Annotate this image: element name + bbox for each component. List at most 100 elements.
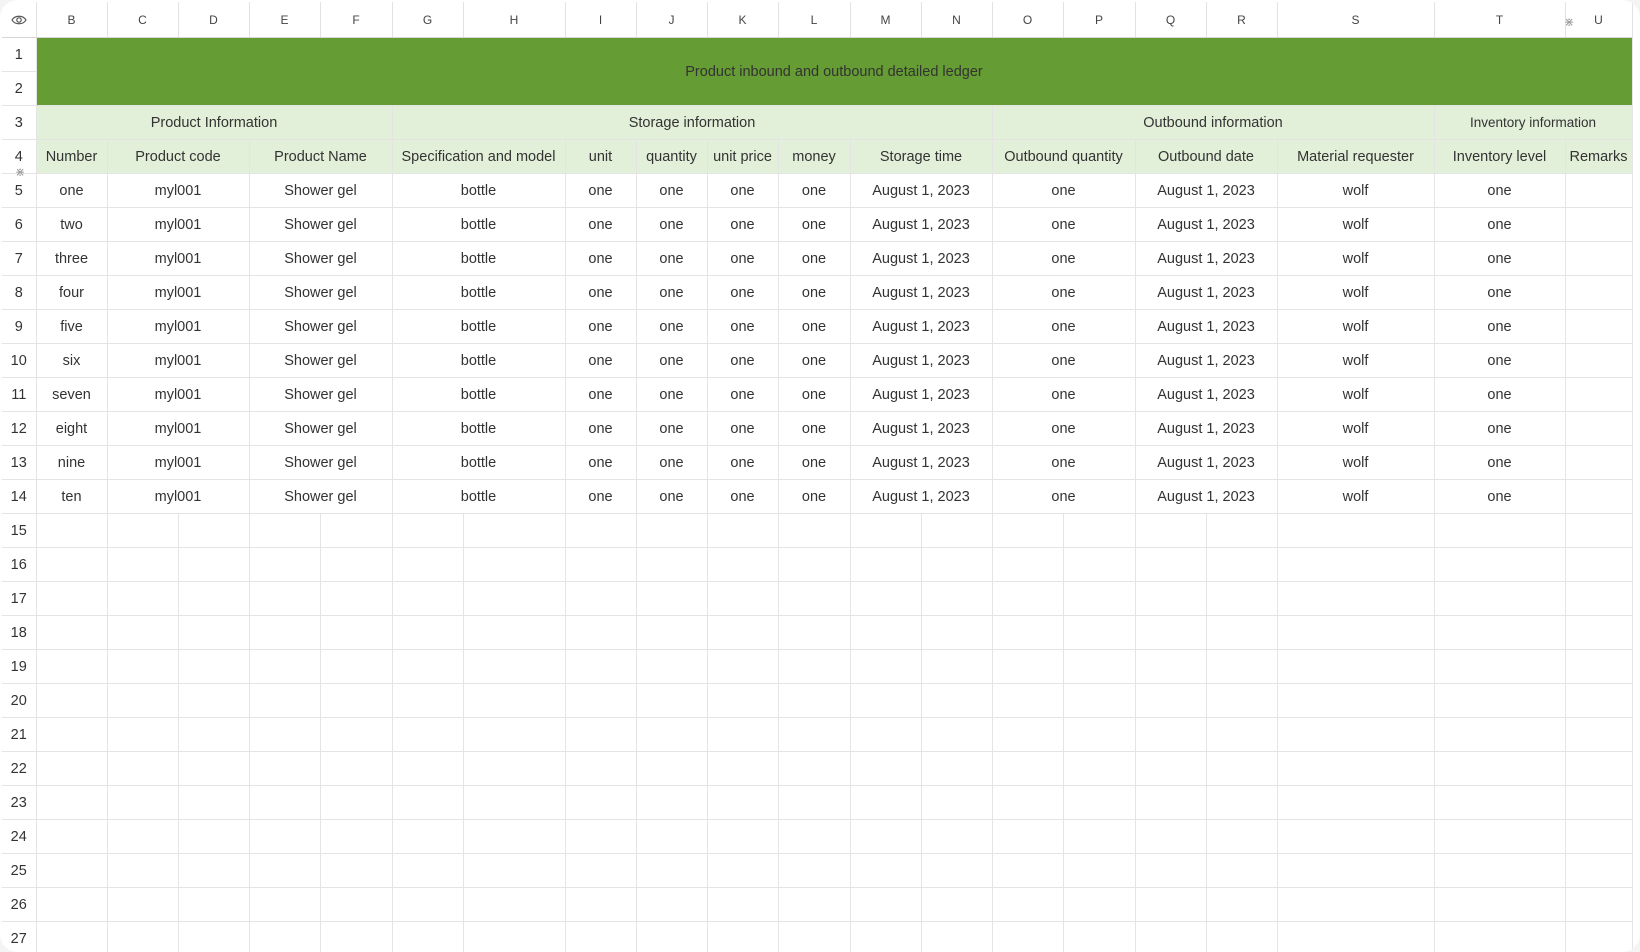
empty-cell[interactable] <box>636 547 708 582</box>
empty-cell[interactable] <box>1277 581 1435 616</box>
cell-outbound-date[interactable]: August 1, 2023 <box>1135 241 1278 276</box>
empty-cell[interactable] <box>1434 615 1566 650</box>
empty-cell[interactable] <box>921 683 993 718</box>
cell-product-code[interactable]: myl001 <box>107 173 250 208</box>
empty-cell[interactable] <box>392 581 464 616</box>
column-header-j[interactable]: J <box>636 2 708 38</box>
empty-cell[interactable] <box>565 649 637 684</box>
cell-storage-time[interactable]: August 1, 2023 <box>850 377 993 412</box>
empty-cell[interactable] <box>921 853 993 888</box>
cell-outbound-date[interactable]: August 1, 2023 <box>1135 479 1278 514</box>
cell-product-name[interactable]: Shower gel <box>249 377 393 412</box>
cell-outbound-quantity[interactable]: one <box>992 241 1136 276</box>
empty-cell[interactable] <box>992 649 1064 684</box>
empty-cell[interactable] <box>992 819 1064 854</box>
cell-material-requester[interactable]: wolf <box>1277 241 1435 276</box>
empty-cell[interactable] <box>992 547 1064 582</box>
cell-unit[interactable]: one <box>565 309 637 344</box>
empty-cell[interactable] <box>1206 853 1278 888</box>
column-header-e[interactable]: E <box>249 2 321 38</box>
empty-cell[interactable] <box>320 513 393 548</box>
cell-inventory-level[interactable]: one <box>1434 275 1566 310</box>
empty-cell[interactable] <box>178 887 250 922</box>
empty-cell[interactable] <box>850 581 922 616</box>
empty-cell[interactable] <box>463 751 566 786</box>
empty-cell[interactable] <box>1565 819 1633 854</box>
cell-unit[interactable]: one <box>565 445 637 480</box>
empty-cell[interactable] <box>36 717 108 752</box>
cell-money[interactable]: one <box>778 309 851 344</box>
empty-cell[interactable] <box>850 717 922 752</box>
cell-number[interactable]: eight <box>36 411 108 446</box>
cell-product-code[interactable]: myl001 <box>107 207 250 242</box>
cell-inventory-level[interactable]: one <box>1434 207 1566 242</box>
group-header-inventory[interactable]: Inventory information <box>1434 105 1633 140</box>
column-header-i[interactable]: I <box>565 2 637 38</box>
empty-cell[interactable] <box>850 819 922 854</box>
cell-outbound-date[interactable]: August 1, 2023 <box>1135 445 1278 480</box>
cell-product-code[interactable]: myl001 <box>107 241 250 276</box>
empty-cell[interactable] <box>707 717 779 752</box>
empty-cell[interactable] <box>107 921 179 952</box>
empty-cell[interactable] <box>1434 819 1566 854</box>
cell-remarks[interactable] <box>1565 411 1633 446</box>
cell-outbound-quantity[interactable]: one <box>992 445 1136 480</box>
column-header-c[interactable]: C <box>107 2 179 38</box>
empty-cell[interactable] <box>320 717 393 752</box>
row-header-8[interactable]: 8 <box>2 275 37 310</box>
header-outbound-quantity[interactable]: Outbound quantity <box>992 139 1136 174</box>
empty-cell[interactable] <box>778 649 851 684</box>
empty-cell[interactable] <box>1063 649 1136 684</box>
cell-remarks[interactable] <box>1565 173 1633 208</box>
cell-outbound-date[interactable]: August 1, 2023 <box>1135 377 1278 412</box>
empty-cell[interactable] <box>463 683 566 718</box>
empty-cell[interactable] <box>107 581 179 616</box>
header-unit[interactable]: unit <box>565 139 637 174</box>
cell-outbound-quantity[interactable]: one <box>992 275 1136 310</box>
cell-quantity[interactable]: one <box>636 275 708 310</box>
empty-cell[interactable] <box>636 819 708 854</box>
cell-money[interactable]: one <box>778 377 851 412</box>
cell-unit[interactable]: one <box>565 377 637 412</box>
column-header-s[interactable]: S <box>1277 2 1435 38</box>
cell-money[interactable]: one <box>778 275 851 310</box>
empty-cell[interactable] <box>921 819 993 854</box>
cell-quantity[interactable]: one <box>636 377 708 412</box>
empty-cell[interactable] <box>1206 921 1278 952</box>
cell-product-name[interactable]: Shower gel <box>249 479 393 514</box>
cell-outbound-quantity[interactable]: one <box>992 411 1136 446</box>
empty-cell[interactable] <box>320 887 393 922</box>
empty-cell[interactable] <box>107 819 179 854</box>
empty-cell[interactable] <box>36 513 108 548</box>
cell-inventory-level[interactable]: one <box>1434 309 1566 344</box>
row-header-27[interactable]: 27 <box>2 921 37 952</box>
empty-cell[interactable] <box>463 649 566 684</box>
row-header-23[interactable]: 23 <box>2 785 37 820</box>
cell-number[interactable]: four <box>36 275 108 310</box>
empty-cell[interactable] <box>1206 717 1278 752</box>
empty-cell[interactable] <box>1277 717 1435 752</box>
row-header-2[interactable]: 2 <box>2 71 37 106</box>
empty-cell[interactable] <box>1206 649 1278 684</box>
cell-product-name[interactable]: Shower gel <box>249 411 393 446</box>
empty-cell[interactable] <box>1135 615 1207 650</box>
empty-cell[interactable] <box>992 683 1064 718</box>
row-header-19[interactable]: 19 <box>2 649 37 684</box>
empty-cell[interactable] <box>707 547 779 582</box>
empty-cell[interactable] <box>565 717 637 752</box>
cell-storage-time[interactable]: August 1, 2023 <box>850 173 993 208</box>
header-outbound-date[interactable]: Outbound date <box>1135 139 1278 174</box>
empty-cell[interactable] <box>992 513 1064 548</box>
empty-cell[interactable] <box>565 581 637 616</box>
empty-cell[interactable] <box>1277 683 1435 718</box>
empty-cell[interactable] <box>178 819 250 854</box>
cell-unit[interactable]: one <box>565 411 637 446</box>
empty-cell[interactable] <box>107 547 179 582</box>
empty-cell[interactable] <box>921 615 993 650</box>
empty-cell[interactable] <box>1277 547 1435 582</box>
empty-cell[interactable] <box>636 717 708 752</box>
empty-cell[interactable] <box>1565 649 1633 684</box>
cell-number[interactable]: five <box>36 309 108 344</box>
empty-cell[interactable] <box>707 853 779 888</box>
empty-cell[interactable] <box>392 921 464 952</box>
